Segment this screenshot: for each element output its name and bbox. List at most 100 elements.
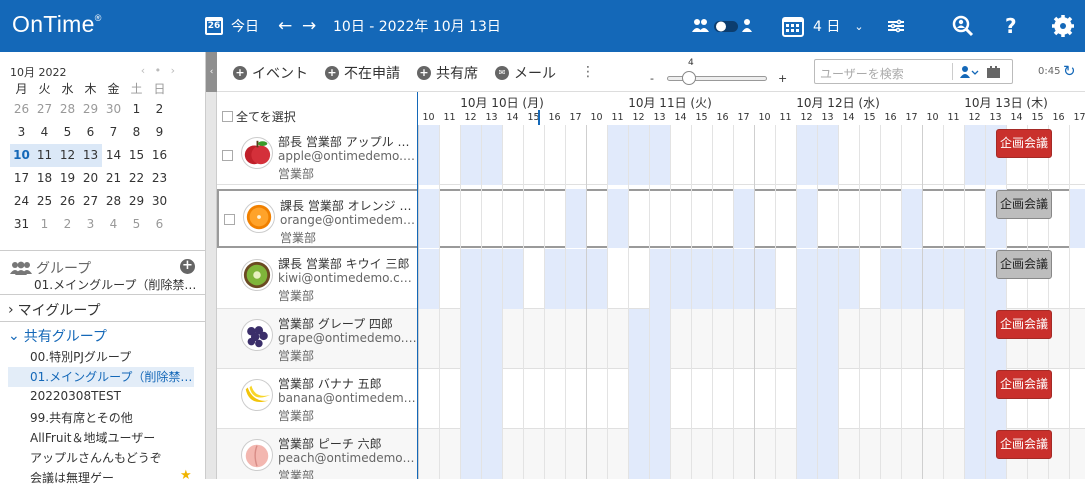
event-block[interactable]: 企画会議	[996, 250, 1052, 279]
banana-avatar	[241, 379, 273, 411]
row-checkbox[interactable]	[222, 150, 233, 161]
plus-icon: +	[417, 66, 431, 80]
busy-block	[649, 369, 670, 429]
divider	[0, 294, 206, 295]
busy-block	[733, 249, 754, 309]
group-item[interactable]: 会議は無理ゲー	[30, 469, 114, 486]
hour-gridline	[1048, 125, 1049, 479]
calendar-grid-icon	[782, 17, 804, 37]
group-item[interactable]: 99.共有席とその他	[30, 409, 133, 426]
refresh-icon[interactable]: ↻	[1063, 62, 1076, 80]
slider-thumb[interactable]	[682, 71, 696, 85]
group-item[interactable]: 20220308TEST	[30, 389, 121, 403]
group-header[interactable]: グループ	[10, 258, 91, 278]
event-block[interactable]: 企画会議	[996, 129, 1052, 158]
peach-avatar	[241, 439, 273, 471]
absence-request-button[interactable]: + 不在申請	[325, 63, 400, 83]
mini-calendar-days[interactable]: 26 27 28 29 30 1 2 3456789 10 11 12 13 14 15 16 17 18…	[10, 98, 190, 236]
mail-button[interactable]: ✉ メール	[495, 63, 556, 83]
mail-icon: ✉	[495, 66, 509, 80]
calendar-icon: 26	[205, 17, 223, 35]
today-button[interactable]: 26 今日	[205, 0, 259, 52]
prev-arrow-icon[interactable]: ←	[278, 0, 292, 52]
event-block[interactable]: 企画会議	[996, 190, 1052, 219]
hour-gridline	[418, 125, 419, 479]
shared-groups-toggle[interactable]: ⌄ 共有グループ	[8, 326, 107, 346]
busy-block	[544, 249, 565, 309]
event-block[interactable]: 企画会議	[996, 430, 1052, 459]
next-arrow-icon[interactable]: →	[302, 0, 316, 52]
person-email: grape@ontimedemo.com	[278, 331, 417, 345]
busy-block	[481, 429, 502, 479]
my-groups-toggle[interactable]: › マイグループ	[8, 300, 101, 320]
row-checkbox[interactable]	[224, 214, 235, 225]
busy-block	[649, 249, 670, 309]
person-name[interactable]: 営業部 グレープ 四郎	[278, 315, 417, 332]
group-item[interactable]: 00.特別PJグループ	[30, 348, 131, 365]
group-item[interactable]: アップルさんんもどうぞ	[30, 449, 162, 466]
sidebar-collapse[interactable]: ‹	[206, 52, 217, 479]
person-name[interactable]: 営業部 ピーチ 六郎	[278, 435, 417, 452]
zoom-plus[interactable]: +	[778, 72, 787, 85]
search-icon[interactable]	[952, 0, 974, 52]
zoom-minus[interactable]: -	[650, 72, 654, 85]
user-search-input[interactable]: ユーザーを検索	[814, 59, 1013, 84]
person-name[interactable]: 課長 営業部 オレンジ 二郎	[280, 197, 419, 214]
person-dept: 営業部	[278, 469, 315, 479]
event-block[interactable]: 企画会議	[996, 310, 1052, 339]
busy-block	[796, 429, 817, 479]
hour-gridline	[880, 125, 881, 479]
select-all[interactable]: 全てを選択	[222, 108, 296, 125]
busy-block	[964, 369, 985, 429]
hour-gridline	[712, 125, 713, 479]
group-item[interactable]: AllFruit＆地域ユーザー	[30, 429, 155, 446]
hour-gridline	[565, 125, 566, 479]
busy-block	[418, 189, 439, 248]
orange-avatar	[243, 201, 275, 233]
more-menu-icon[interactable]: ⋮	[581, 64, 595, 80]
collapse-arrow-icon[interactable]: ‹	[206, 52, 217, 92]
days-selector[interactable]: 4 日 ⌄	[782, 0, 864, 52]
person-name[interactable]: 課長 営業部 キウイ 三郎	[278, 255, 417, 272]
hour-gridline	[691, 125, 692, 479]
busy-block	[796, 309, 817, 369]
select-all-checkbox[interactable]	[222, 111, 233, 122]
busy-block	[838, 249, 859, 309]
event-block[interactable]: 企画会議	[996, 370, 1052, 399]
hour-gridline	[649, 125, 650, 479]
person-name[interactable]: 部長 営業部 アップル 一郎	[278, 133, 417, 150]
gear-icon[interactable]	[1052, 0, 1074, 52]
mini-calendar-nav[interactable]: ‹ • ›	[141, 64, 178, 80]
favorite-star-icon[interactable]: ★	[180, 468, 192, 483]
busy-block	[670, 249, 691, 309]
person-name[interactable]: 営業部 バナナ 五郎	[278, 375, 417, 392]
plus-icon: +	[325, 66, 339, 80]
hour-gridline	[607, 125, 608, 479]
busy-block	[481, 369, 502, 429]
user-view-toggle[interactable]	[692, 0, 752, 52]
zoom-value: 4	[688, 58, 694, 68]
busy-block	[817, 125, 838, 185]
busy-block	[481, 125, 502, 185]
divider	[0, 321, 206, 322]
help-icon[interactable]: ?	[1005, 0, 1017, 52]
busy-block	[418, 125, 439, 185]
busy-block	[691, 249, 712, 309]
group-item-selected[interactable]: 01.メイングループ（削除禁止）	[8, 367, 194, 387]
current-group: 01.メイングループ（削除禁止）	[34, 278, 202, 292]
hour-gridline	[775, 125, 776, 479]
new-event-button[interactable]: + イベント	[233, 63, 308, 83]
busy-block	[565, 249, 586, 309]
add-group-icon[interactable]: +	[180, 259, 195, 274]
user-filter-icon[interactable]	[960, 65, 1006, 79]
busy-block	[796, 249, 817, 309]
busy-block	[1069, 189, 1085, 248]
shared-seat-button[interactable]: + 共有席	[417, 63, 478, 83]
zoom-slider[interactable]: - 4 +	[650, 58, 790, 86]
busy-block	[964, 429, 985, 479]
filter-settings-icon[interactable]	[888, 0, 904, 52]
busy-block	[418, 249, 439, 309]
ontime-logo[interactable]: OnTime®	[12, 11, 102, 38]
chevron-right-icon: ›	[8, 302, 14, 318]
person-email: banana@ontimedemo.com	[278, 391, 417, 405]
